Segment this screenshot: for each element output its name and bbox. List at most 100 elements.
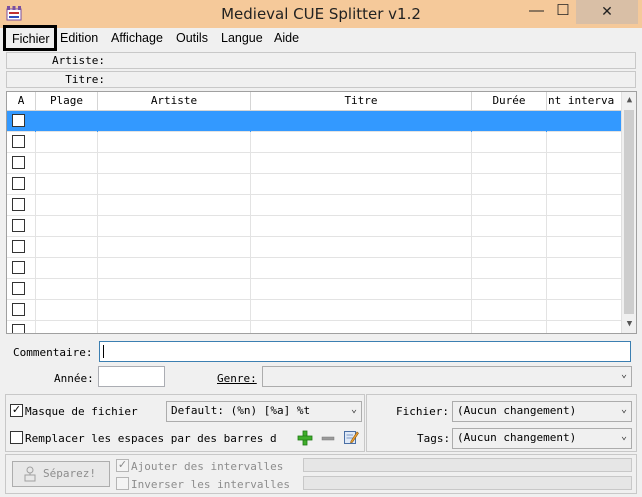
invert-intervals-checkbox[interactable] <box>116 477 129 490</box>
add-intervals-checkbox[interactable]: ✓ <box>116 459 129 472</box>
table-cell <box>472 258 547 279</box>
column-header-intervalle[interactable]: nt interva <box>547 92 623 111</box>
table-cell <box>251 300 472 321</box>
table-cell <box>547 321 623 333</box>
table-row[interactable] <box>7 195 623 216</box>
menu-edition[interactable]: Edition <box>60 31 98 45</box>
text-caret <box>103 345 104 358</box>
menu-aide[interactable]: Aide <box>274 31 299 45</box>
replace-spaces-label: Remplacer les espaces par des barres d <box>25 432 277 445</box>
table-row[interactable] <box>7 111 623 132</box>
artist-label: Artiste: <box>52 54 105 67</box>
plus-icon[interactable] <box>297 430 313 446</box>
row-checkbox[interactable] <box>12 303 25 316</box>
year-input[interactable] <box>98 366 165 387</box>
replace-spaces-checkbox[interactable] <box>10 431 23 444</box>
table-cell <box>547 300 623 321</box>
table-row[interactable] <box>7 153 623 174</box>
comment-input[interactable] <box>99 341 631 362</box>
row-checkbox[interactable] <box>12 219 25 232</box>
table-cell <box>7 111 36 132</box>
scroll-thumb[interactable] <box>624 110 634 314</box>
table-cell <box>472 111 547 132</box>
close-button[interactable]: ✕ <box>576 0 638 24</box>
table-cell <box>251 216 472 237</box>
tags-value: (Aucun changement) <box>457 431 577 444</box>
table-cell <box>472 132 547 153</box>
row-checkbox[interactable] <box>12 240 25 253</box>
tracks-table[interactable]: A Plage Artiste Titre Durée nt interva ▲… <box>6 91 637 334</box>
table-cell <box>547 111 623 132</box>
row-checkbox[interactable] <box>12 198 25 211</box>
table-row[interactable] <box>7 132 623 153</box>
comment-label: Commentaire: <box>13 346 93 359</box>
column-header-artiste[interactable]: Artiste <box>98 92 251 111</box>
table-cell <box>472 237 547 258</box>
split-icon <box>24 466 36 482</box>
row-checkbox[interactable] <box>12 324 25 333</box>
row-checkbox[interactable] <box>12 135 25 148</box>
table-vertical-scrollbar[interactable]: ▲ ▼ <box>621 92 636 333</box>
column-header-plage[interactable]: Plage <box>36 92 98 111</box>
table-cell <box>472 195 547 216</box>
edit-icon[interactable] <box>343 429 359 445</box>
table-cell <box>547 237 623 258</box>
row-checkbox[interactable] <box>12 114 25 127</box>
table-cell <box>98 216 251 237</box>
mask-label: Masque de fichier <box>25 405 138 418</box>
add-intervals-label: Ajouter des intervalles <box>131 460 284 473</box>
table-cell <box>7 321 36 333</box>
table-row[interactable] <box>7 321 623 333</box>
table-cell <box>251 132 472 153</box>
table-cell <box>98 321 251 333</box>
scroll-down-arrow-icon[interactable]: ▼ <box>622 316 636 333</box>
minimize-button[interactable]: — <box>523 0 550 24</box>
maximize-button[interactable]: ☐ <box>550 0 576 24</box>
mask-dropdown[interactable]: Default: (%n) [%a] %t ⌄ <box>166 401 362 422</box>
table-cell <box>472 300 547 321</box>
table-cell <box>7 195 36 216</box>
column-header-duree[interactable]: Durée <box>472 92 547 111</box>
minus-icon[interactable] <box>320 430 336 446</box>
invert-intervals-label: Inverser les intervalles <box>131 478 290 491</box>
row-checkbox[interactable] <box>12 282 25 295</box>
tags-label: Tags: <box>417 432 451 445</box>
split-button[interactable]: Séparez! <box>12 461 110 487</box>
table-row[interactable] <box>7 216 623 237</box>
table-row[interactable] <box>7 174 623 195</box>
table-cell <box>98 132 251 153</box>
menu-bar: Fichier Edition Affichage Outils Langue … <box>0 25 642 51</box>
table-row[interactable] <box>7 300 623 321</box>
mask-checkbox[interactable]: ✓ <box>10 404 23 417</box>
year-label: Année: <box>54 372 94 385</box>
title-bar: Medieval CUE Splitter v1.2 — ☐ ✕ <box>0 0 642 28</box>
menu-outils[interactable]: Outils <box>176 31 208 45</box>
table-cell <box>98 153 251 174</box>
menu-langue[interactable]: Langue <box>221 31 263 45</box>
table-cell <box>36 321 98 333</box>
table-cell <box>36 237 98 258</box>
menu-affichage[interactable]: Affichage <box>111 31 163 45</box>
genre-label: Genre: <box>217 372 257 385</box>
file-dropdown[interactable]: (Aucun changement) ⌄ <box>452 401 632 422</box>
title-label: Titre: <box>65 73 105 86</box>
row-checkbox[interactable] <box>12 177 25 190</box>
table-cell <box>472 153 547 174</box>
table-cell <box>98 279 251 300</box>
table-cell <box>36 153 98 174</box>
column-header-a[interactable]: A <box>7 92 36 111</box>
column-header-titre[interactable]: Titre <box>251 92 472 111</box>
table-row[interactable] <box>7 237 623 258</box>
table-cell <box>36 279 98 300</box>
table-row[interactable] <box>7 258 623 279</box>
genre-dropdown[interactable]: ⌄ <box>262 366 632 387</box>
row-checkbox[interactable] <box>12 261 25 274</box>
table-cell <box>547 195 623 216</box>
row-checkbox[interactable] <box>12 156 25 169</box>
menu-fichier[interactable]: Fichier <box>3 25 57 51</box>
tags-dropdown[interactable]: (Aucun changement) ⌄ <box>452 428 632 449</box>
table-cell <box>7 258 36 279</box>
scroll-up-arrow-icon[interactable]: ▲ <box>622 92 636 109</box>
table-row[interactable] <box>7 279 623 300</box>
file-value: (Aucun changement) <box>457 404 577 417</box>
